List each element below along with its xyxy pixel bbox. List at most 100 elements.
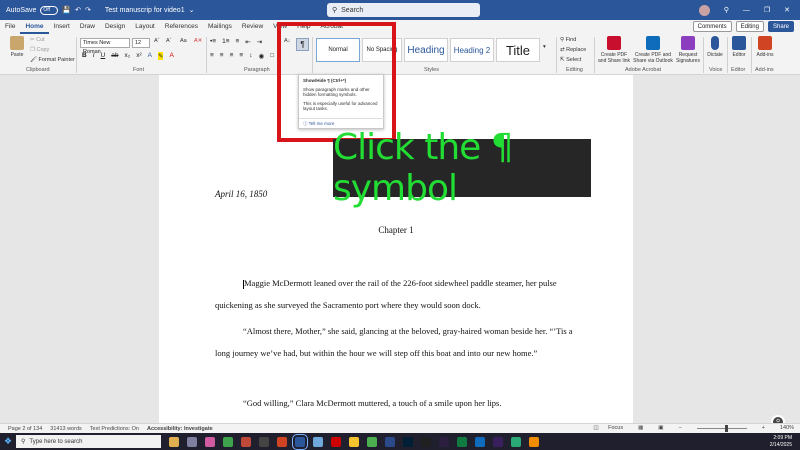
excel-icon[interactable] xyxy=(457,436,467,447)
app-icon[interactable] xyxy=(205,436,215,447)
create-pdf-outlook-button[interactable]: Create PDF and Share via Outlook xyxy=(633,36,673,64)
share-button[interactable]: Share xyxy=(767,21,794,32)
italic-icon[interactable]: I xyxy=(93,52,95,60)
editing-mode-button[interactable]: Editing xyxy=(735,21,764,32)
close-icon[interactable]: ✕ xyxy=(784,6,790,14)
justify-icon[interactable]: ≡ xyxy=(239,52,243,60)
zoom-level[interactable]: 140% xyxy=(780,425,794,431)
select-button[interactable]: ⇱ Select xyxy=(560,57,581,63)
taskbar-search[interactable]: ⚲ Type here to search xyxy=(16,435,161,448)
subscript-icon[interactable]: x₂ xyxy=(124,52,130,60)
find-button[interactable]: ⚲ Find xyxy=(560,37,576,43)
underline-icon[interactable]: U xyxy=(101,52,106,60)
app-icon[interactable] xyxy=(241,436,251,447)
tab-design[interactable]: Design xyxy=(100,20,130,34)
widgets-icon[interactable] xyxy=(187,436,197,447)
zoom-out-icon[interactable]: − xyxy=(678,425,681,431)
change-case-icon[interactable]: Aa xyxy=(180,38,187,44)
app-icon[interactable] xyxy=(313,436,323,447)
accessibility-status[interactable]: Accessibility: Investigate xyxy=(147,426,213,432)
zoom-in-icon[interactable]: + xyxy=(762,425,765,431)
print-layout-icon[interactable]: ▦ xyxy=(638,425,643,431)
word-app-icon[interactable] xyxy=(292,433,308,450)
zoom-slider[interactable] xyxy=(696,424,747,432)
font-name-select[interactable]: Times New Roman xyxy=(80,38,130,55)
app-icon[interactable] xyxy=(223,436,233,447)
windows-start-icon[interactable]: ❖ xyxy=(0,433,16,450)
text-effects-icon[interactable]: A xyxy=(148,52,152,60)
style-title[interactable]: Title xyxy=(496,38,540,62)
align-left-icon[interactable]: ≡ xyxy=(210,52,214,60)
addins-button[interactable]: Add-ins xyxy=(753,36,777,58)
copy-button[interactable]: ❐ Copy xyxy=(30,47,49,53)
style-heading-2[interactable]: Heading 2 xyxy=(450,38,494,62)
app-icon[interactable] xyxy=(421,436,431,447)
autosave-toggle[interactable]: Off xyxy=(40,5,59,15)
avatar[interactable] xyxy=(698,4,710,16)
outlook-icon[interactable] xyxy=(475,436,485,447)
file-explorer-icon[interactable] xyxy=(349,436,359,447)
app-icon[interactable] xyxy=(277,436,287,447)
replace-button[interactable]: ⇄ Replace xyxy=(560,47,586,53)
minimize-icon[interactable]: — xyxy=(743,7,750,14)
photoshop-icon[interactable] xyxy=(403,436,413,447)
request-signatures-button[interactable]: Request Signatures xyxy=(675,36,701,64)
bold-icon[interactable]: B xyxy=(82,52,87,60)
chevron-down-icon[interactable]: ⌄ xyxy=(189,6,195,14)
numbering-icon[interactable]: 1≡ xyxy=(222,38,229,46)
app-icon[interactable] xyxy=(385,436,395,447)
acrobat-app-icon[interactable] xyxy=(331,436,341,447)
style-heading[interactable]: Heading xyxy=(404,38,448,62)
borders-icon[interactable]: □ xyxy=(270,52,274,60)
increase-indent-icon[interactable]: ⇥ xyxy=(257,38,262,46)
restore-icon[interactable]: ❐ xyxy=(764,6,770,14)
decrease-indent-icon[interactable]: ⇤ xyxy=(245,38,250,46)
comments-button[interactable]: Comments xyxy=(692,21,732,32)
multilevel-list-icon[interactable]: ≡ xyxy=(236,38,240,46)
save-icon[interactable]: 💾 xyxy=(62,6,71,14)
tab-file[interactable]: File xyxy=(0,20,20,34)
grow-font-icon[interactable]: Aˆ xyxy=(154,38,160,44)
app-icon[interactable] xyxy=(259,436,269,447)
font-color-icon[interactable]: A xyxy=(169,52,173,60)
tab-home[interactable]: Home xyxy=(20,20,49,34)
styles-more-icon[interactable]: ▾ xyxy=(543,44,546,50)
bullets-icon[interactable]: •≡ xyxy=(210,38,216,46)
clear-formatting-icon[interactable]: A✕ xyxy=(194,38,202,44)
highlight-icon[interactable]: ✎ xyxy=(158,52,164,60)
system-tray[interactable]: 2:09 PM 2/14/2025 xyxy=(770,435,792,448)
word-count[interactable]: 31413 words xyxy=(50,426,82,432)
paste-button[interactable]: Paste xyxy=(6,36,28,58)
redo-icon[interactable]: ↷ xyxy=(85,6,91,14)
premiere-icon[interactable] xyxy=(493,436,503,447)
create-pdf-share-button[interactable]: Create PDF and Share link xyxy=(597,36,631,64)
superscript-icon[interactable]: x² xyxy=(136,52,141,60)
app-icon[interactable] xyxy=(511,436,521,447)
font-size-select[interactable]: 12 xyxy=(132,38,150,48)
tab-insert[interactable]: Insert xyxy=(49,20,75,34)
tab-layout[interactable]: Layout xyxy=(130,20,160,34)
chrome-icon[interactable] xyxy=(367,436,377,447)
shading-icon[interactable]: ◉ xyxy=(258,52,264,60)
focus-button[interactable]: ◫ Focus xyxy=(593,425,623,431)
undo-icon[interactable]: ↶ xyxy=(75,6,81,14)
dictate-button[interactable]: Dictate xyxy=(705,36,725,58)
align-right-icon[interactable]: ≡ xyxy=(230,52,234,60)
tab-references[interactable]: References xyxy=(160,20,203,34)
tab-mailings[interactable]: Mailings xyxy=(203,20,237,34)
text-predictions-status[interactable]: Text Predictions: On xyxy=(90,426,139,432)
vlc-icon[interactable] xyxy=(529,436,539,447)
task-view-icon[interactable] xyxy=(169,436,179,447)
shrink-font-icon[interactable]: Aˇ xyxy=(166,38,172,44)
page-count[interactable]: Page 2 of 134 xyxy=(8,426,42,432)
editor-button[interactable]: Editor xyxy=(729,36,749,58)
format-painter-button[interactable]: 🖌 Format Painter xyxy=(30,57,75,63)
align-center-icon[interactable]: ≡ xyxy=(220,52,224,60)
search-box[interactable]: ⚲ Search xyxy=(327,3,480,17)
lightbulb-icon[interactable]: ⚲ xyxy=(724,6,729,14)
tab-review[interactable]: Review xyxy=(237,20,268,34)
web-layout-icon[interactable]: ▣ xyxy=(658,425,663,431)
line-spacing-icon[interactable]: ↕ xyxy=(249,52,252,60)
cut-button[interactable]: ✂ Cut xyxy=(30,37,45,43)
app-icon[interactable] xyxy=(439,436,449,447)
